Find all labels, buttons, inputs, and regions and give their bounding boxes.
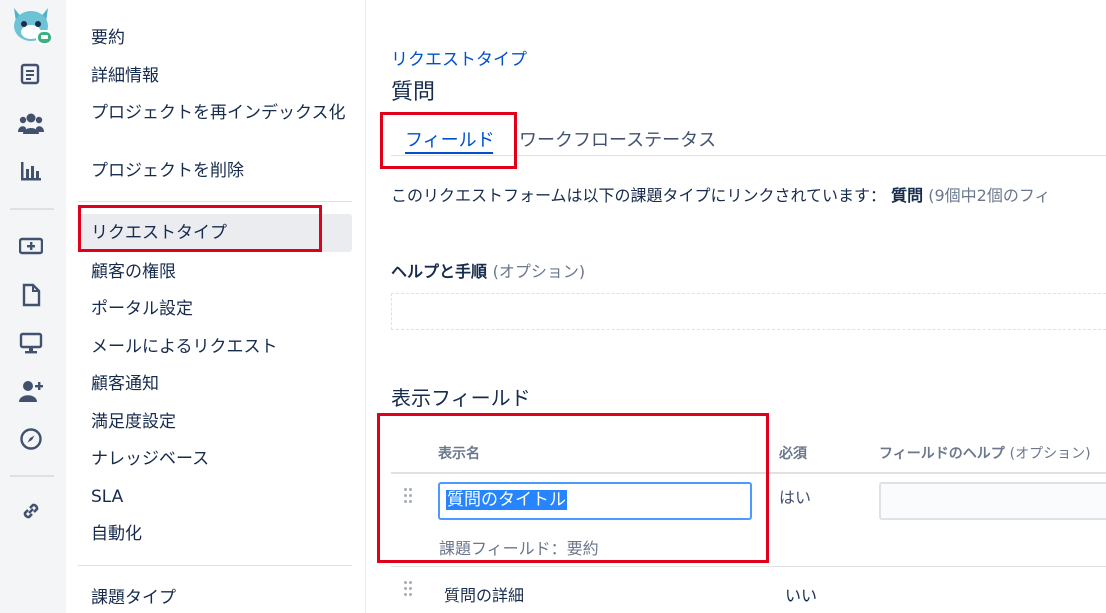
column-header-display-name: 表示名 (438, 446, 480, 462)
breadcrumb[interactable]: リクエストタイプ (391, 45, 527, 70)
help-title-label: ヘルプと手順 (391, 262, 488, 281)
avatar-icon[interactable] (10, 4, 54, 46)
sidebar-item-email-requests[interactable]: メールによるリクエスト (91, 337, 278, 357)
field-help-input[interactable] (879, 482, 1106, 520)
display-name-value: 質問のタイトル (446, 490, 567, 510)
column-header-required: 必須 (779, 446, 807, 462)
settings-sidebar: 要約 詳細情報 プロジェクトを再インデックス化 プロジェクトを削除 リクエストタ… (66, 0, 366, 613)
active-tab-indicator (405, 152, 493, 154)
rail-separator (10, 475, 54, 477)
sidebar-item-sla[interactable]: SLA (91, 487, 123, 507)
field-help-label: フィールドのヘルプ (879, 446, 1005, 462)
page-icon[interactable] (18, 282, 44, 308)
sidebar-item-delete-project[interactable]: プロジェクトを削除 (91, 161, 244, 181)
tab-fields[interactable]: フィールド (405, 126, 495, 152)
help-optional-label: (オプション) (492, 262, 586, 281)
link-icon[interactable] (18, 498, 44, 524)
chart-icon[interactable] (18, 158, 44, 184)
table-row-display-name[interactable]: 質問の詳細 (444, 582, 524, 606)
main-content: リクエストタイプ 質問 フィールド ワークフローステータス このリクエストフォー… (367, 0, 1106, 613)
sidebar-item-portal-settings[interactable]: ポータル設定 (91, 299, 193, 319)
linked-issue-type: 質問 (891, 186, 924, 205)
add-request-icon[interactable] (18, 233, 44, 259)
people-icon[interactable] (18, 110, 44, 136)
issue-field-label: 課題フィールド：要約 (439, 539, 599, 558)
sidebar-item-summary[interactable]: 要約 (91, 28, 125, 48)
page-title: 質問 (391, 80, 436, 105)
column-header-field-help: フィールドのヘルプ (オプション) (879, 443, 1091, 463)
sidebar-item-satisfaction-settings[interactable]: 満足度設定 (91, 412, 176, 432)
sidebar-item-knowledge-base[interactable]: ナレッジベース (91, 449, 209, 469)
sidebar-divider (78, 565, 352, 566)
linked-issue-type-text: このリクエストフォームは以下の課題タイプにリンクされています： 質問 (9個中2… (391, 182, 1051, 206)
drag-handle-icon[interactable] (404, 581, 414, 599)
sidebar-item-issue-types[interactable]: 課題タイプ (91, 588, 176, 608)
visible-fields-title: 表示フィールド (391, 386, 531, 410)
tab-workflow-statuses[interactable]: ワークフローステータス (519, 126, 716, 152)
display-name-input[interactable]: 質問のタイトル (438, 482, 752, 520)
sidebar-divider (78, 201, 352, 202)
sidebar-item-details[interactable]: 詳細情報 (91, 66, 159, 86)
sidebar-item-reindex[interactable]: プロジェクトを再インデックス化 (91, 103, 346, 123)
required-value: はい (779, 488, 812, 507)
table-row-required: いい (785, 586, 818, 605)
icon-rail (0, 0, 66, 613)
compass-icon[interactable] (18, 426, 44, 452)
monitor-icon[interactable] (18, 330, 44, 356)
sidebar-item-request-types[interactable]: リクエストタイプ (91, 223, 227, 243)
rail-separator (10, 208, 54, 210)
sidebar-item-customer-notifications[interactable]: 顧客通知 (91, 374, 159, 394)
linked-count[interactable]: (9個中2個のフィ (928, 186, 1050, 205)
tab-bar: フィールド ワークフローステータス (391, 124, 1106, 156)
help-instructions-box[interactable] (391, 293, 1106, 330)
sidebar-item-customer-permissions[interactable]: 顧客の権限 (91, 262, 176, 282)
field-help-optional: (オプション) (1009, 446, 1091, 462)
table-row-divider (391, 566, 1106, 567)
add-user-icon[interactable] (18, 378, 44, 404)
help-section-title: ヘルプと手順 (オプション) (391, 258, 585, 282)
document-list-icon[interactable] (18, 61, 44, 87)
table-header-divider (391, 472, 1106, 474)
sidebar-item-automation[interactable]: 自動化 (91, 524, 142, 544)
drag-handle-icon[interactable] (404, 488, 414, 506)
linked-prefix: このリクエストフォームは以下の課題タイプにリンクされています： (391, 186, 887, 205)
